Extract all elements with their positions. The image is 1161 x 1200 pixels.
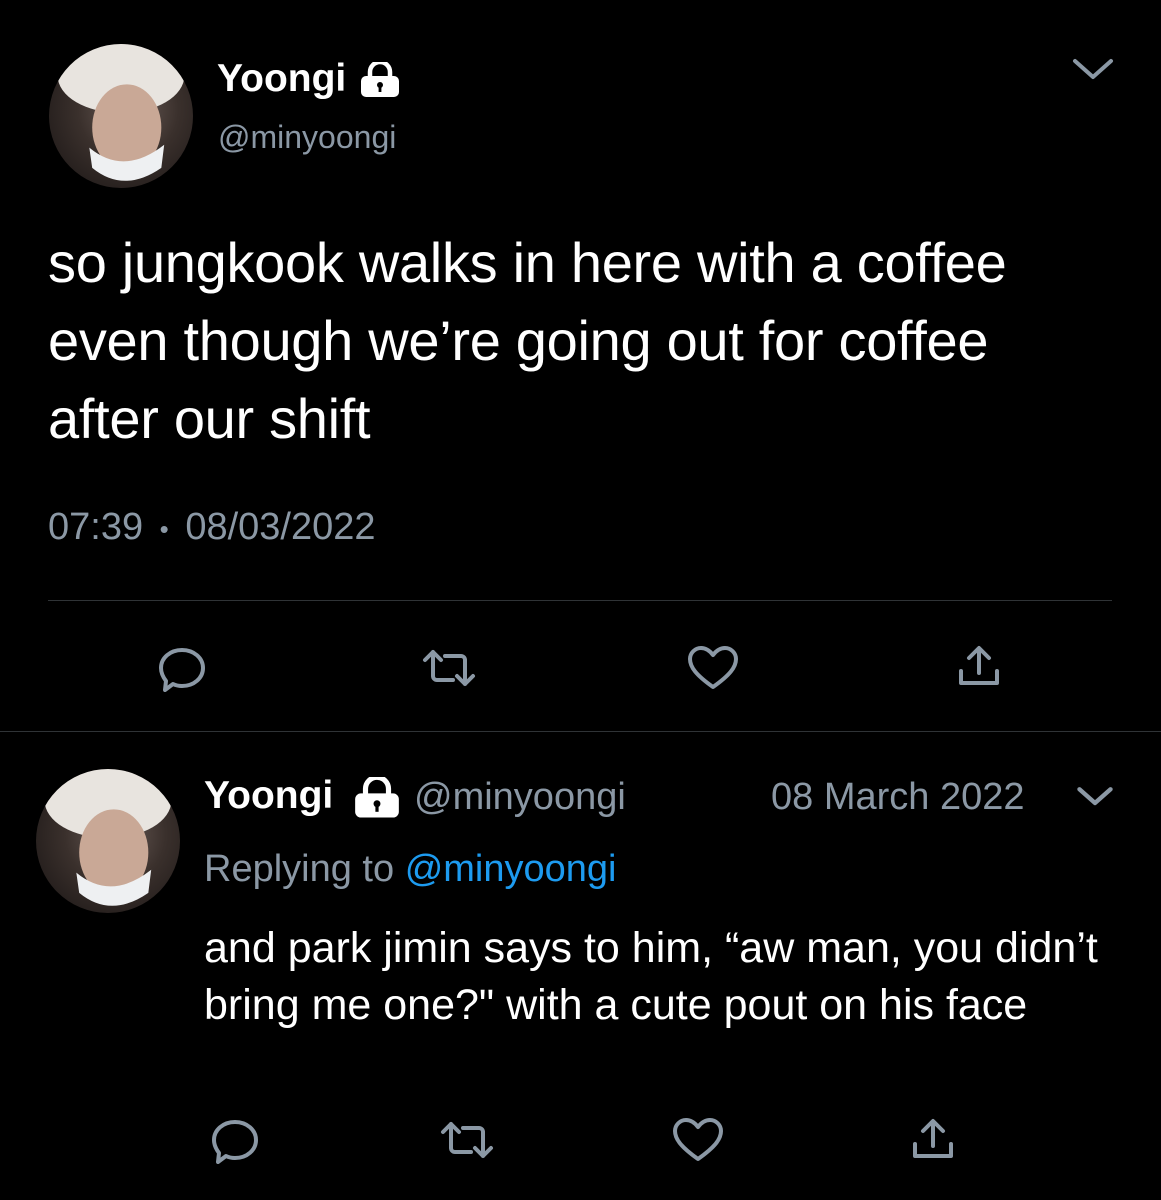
tweet-date: 08 March 2022 bbox=[771, 776, 1025, 818]
tweet-text: so jungkook walks in here with a coffee … bbox=[48, 231, 1007, 450]
chevron-down-icon[interactable] bbox=[1076, 783, 1114, 811]
reply-icon[interactable] bbox=[157, 646, 207, 692]
divider bbox=[48, 600, 1112, 601]
like-icon[interactable] bbox=[671, 1117, 725, 1163]
lock-icon bbox=[360, 62, 400, 98]
lock-icon bbox=[354, 777, 400, 819]
avatar[interactable] bbox=[36, 769, 180, 913]
handle[interactable]: @minyoongi bbox=[218, 118, 396, 156]
replying-to-handle[interactable]: @minyoongi bbox=[405, 848, 617, 890]
tweet-text: and park jimin says to him, “aw man, you… bbox=[204, 924, 1098, 1029]
tweet-timestamp: 07:39 • 08/03/2022 bbox=[48, 505, 376, 551]
thread-divider bbox=[0, 731, 1161, 732]
tweet-time: 07:39 bbox=[48, 506, 144, 548]
separator-dot: • bbox=[159, 513, 169, 544]
avatar[interactable] bbox=[49, 44, 193, 188]
display-name[interactable]: Yoongi bbox=[217, 56, 346, 102]
retweet-icon[interactable] bbox=[421, 646, 477, 690]
like-icon[interactable] bbox=[686, 645, 740, 691]
tweet-date: 08/03/2022 bbox=[185, 506, 376, 548]
retweet-icon[interactable] bbox=[439, 1118, 495, 1162]
chevron-down-icon[interactable] bbox=[1071, 55, 1115, 85]
share-icon[interactable] bbox=[911, 1116, 955, 1162]
replying-to: Replying to @minyoongi bbox=[204, 847, 616, 891]
display-name[interactable]: Yoongi bbox=[204, 773, 333, 819]
reply-icon[interactable] bbox=[210, 1118, 260, 1164]
handle[interactable]: @minyoongi bbox=[414, 775, 626, 819]
share-icon[interactable] bbox=[957, 643, 1001, 689]
replying-to-label: Replying to bbox=[204, 848, 395, 890]
